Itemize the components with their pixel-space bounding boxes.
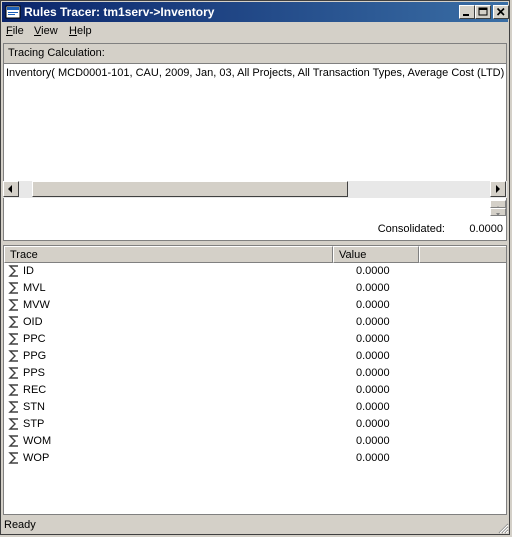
menu-bar: File View Help <box>2 23 508 41</box>
table-row[interactable]: MVL 0.0000 <box>4 280 506 297</box>
sigma-icon <box>8 418 18 430</box>
trace-list[interactable]: Trace Value ID 0.0000 MVL 0.0000 MVW 0.0000 OI… <box>3 245 507 515</box>
trace-value: 0.0000 <box>356 316 390 328</box>
arrow-left-icon <box>8 185 12 193</box>
trace-value: 0.0000 <box>356 299 390 311</box>
close-icon <box>496 7 505 16</box>
trace-name: ID <box>23 265 34 277</box>
scroll-right-button[interactable] <box>490 181 506 197</box>
arrow-right-icon <box>496 185 500 193</box>
close-button[interactable] <box>493 5 509 19</box>
status-bar: Ready <box>2 516 510 535</box>
table-row[interactable]: REC 0.0000 <box>4 382 506 399</box>
trace-list-header: Trace Value <box>4 246 506 263</box>
column-header-empty <box>419 246 506 263</box>
trace-name: PPC <box>23 333 46 345</box>
minimize-icon <box>463 14 469 16</box>
table-row[interactable]: PPC 0.0000 <box>4 331 506 348</box>
sigma-icon <box>8 333 18 345</box>
sigma-icon <box>8 350 18 362</box>
scroll-left-button[interactable] <box>3 181 19 197</box>
menu-view-label: iew <box>41 25 58 37</box>
sigma-icon <box>8 265 18 277</box>
trace-name: WOP <box>23 452 50 464</box>
trace-value: 0.0000 <box>356 418 390 430</box>
table-row[interactable]: MVW 0.0000 <box>4 297 506 314</box>
tracing-panel: Tracing Calculation: Inventory( MCD0001-… <box>3 43 507 241</box>
trace-name: MVW <box>23 299 50 311</box>
trace-value: 0.0000 <box>356 401 390 413</box>
column-header-value[interactable]: Value <box>333 246 419 263</box>
table-row[interactable]: WOP 0.0000 <box>4 450 506 467</box>
rules-tracer-window: Rules Tracer: tm1serv->Inventory File Vi… <box>0 0 510 535</box>
trace-name: WOM <box>23 435 52 447</box>
sigma-icon <box>8 435 18 447</box>
table-row[interactable]: PPG 0.0000 <box>4 348 506 365</box>
resize-grip-icon[interactable] <box>497 522 509 534</box>
trace-value: 0.0000 <box>356 367 390 379</box>
menu-help[interactable]: Help <box>69 25 92 37</box>
menu-file-label: ile <box>12 25 24 37</box>
menu-help-mnemonic: H <box>69 25 77 37</box>
table-row[interactable]: PPS 0.0000 <box>4 365 506 382</box>
sigma-icon <box>8 316 18 328</box>
table-row[interactable]: OID 0.0000 <box>4 314 506 331</box>
menu-file[interactable]: File <box>6 25 24 37</box>
trace-value: 0.0000 <box>356 265 390 277</box>
menu-view[interactable]: View <box>34 25 58 37</box>
trace-value: 0.0000 <box>356 384 390 396</box>
trace-name: REC <box>23 384 47 396</box>
table-row[interactable]: ID 0.0000 <box>4 263 506 280</box>
table-row[interactable]: STN 0.0000 <box>4 399 506 416</box>
spin-down-icon <box>496 213 500 216</box>
tracing-expression[interactable]: Inventory( MCD0001-101, CAU, 2009, Jan, … <box>6 67 504 79</box>
tracing-calculation-label: Tracing Calculation: <box>4 44 506 64</box>
trace-value: 0.0000 <box>356 452 390 464</box>
consolidated-value: 0.0000 <box>469 223 503 235</box>
trace-value: 0.0000 <box>356 333 390 345</box>
menu-file-mnemonic: F <box>6 25 13 37</box>
menu-help-label: elp <box>76 25 92 37</box>
sigma-icon <box>8 282 18 294</box>
consolidated-label: Consolidated: <box>377 223 445 235</box>
horizontal-scrollbar[interactable] <box>3 181 507 198</box>
trace-name: STP <box>23 418 45 430</box>
table-row[interactable]: STP 0.0000 <box>4 416 506 433</box>
consolidated-row: Consolidated: 0.0000 <box>3 220 507 238</box>
trace-value: 0.0000 <box>356 350 390 362</box>
spin-up-button[interactable] <box>490 200 506 209</box>
maximize-button[interactable] <box>475 5 491 19</box>
trace-name: MVL <box>23 282 46 294</box>
scroll-thumb[interactable] <box>32 181 348 197</box>
trace-name: PPG <box>23 350 47 362</box>
sigma-icon <box>8 452 18 464</box>
trace-value: 0.0000 <box>356 435 390 447</box>
sigma-icon <box>8 367 18 379</box>
title-bar[interactable]: Rules Tracer: tm1serv->Inventory <box>2 2 509 22</box>
spin-down-button[interactable] <box>490 208 506 216</box>
sigma-icon <box>8 401 18 413</box>
trace-value: 0.0000 <box>356 282 390 294</box>
status-text: Ready <box>4 519 36 531</box>
column-header-trace[interactable]: Trace <box>4 246 333 263</box>
sigma-icon <box>8 299 18 311</box>
table-row[interactable]: WOM 0.0000 <box>4 433 506 450</box>
app-window-icon <box>5 5 21 19</box>
trace-name: PPS <box>23 367 46 379</box>
trace-name: OID <box>23 316 43 328</box>
sigma-icon <box>8 384 18 396</box>
minimize-button[interactable] <box>459 5 475 19</box>
window-title: Rules Tracer: tm1serv->Inventory <box>24 5 215 19</box>
trace-name: STN <box>23 401 45 413</box>
maximize-icon <box>478 7 488 16</box>
